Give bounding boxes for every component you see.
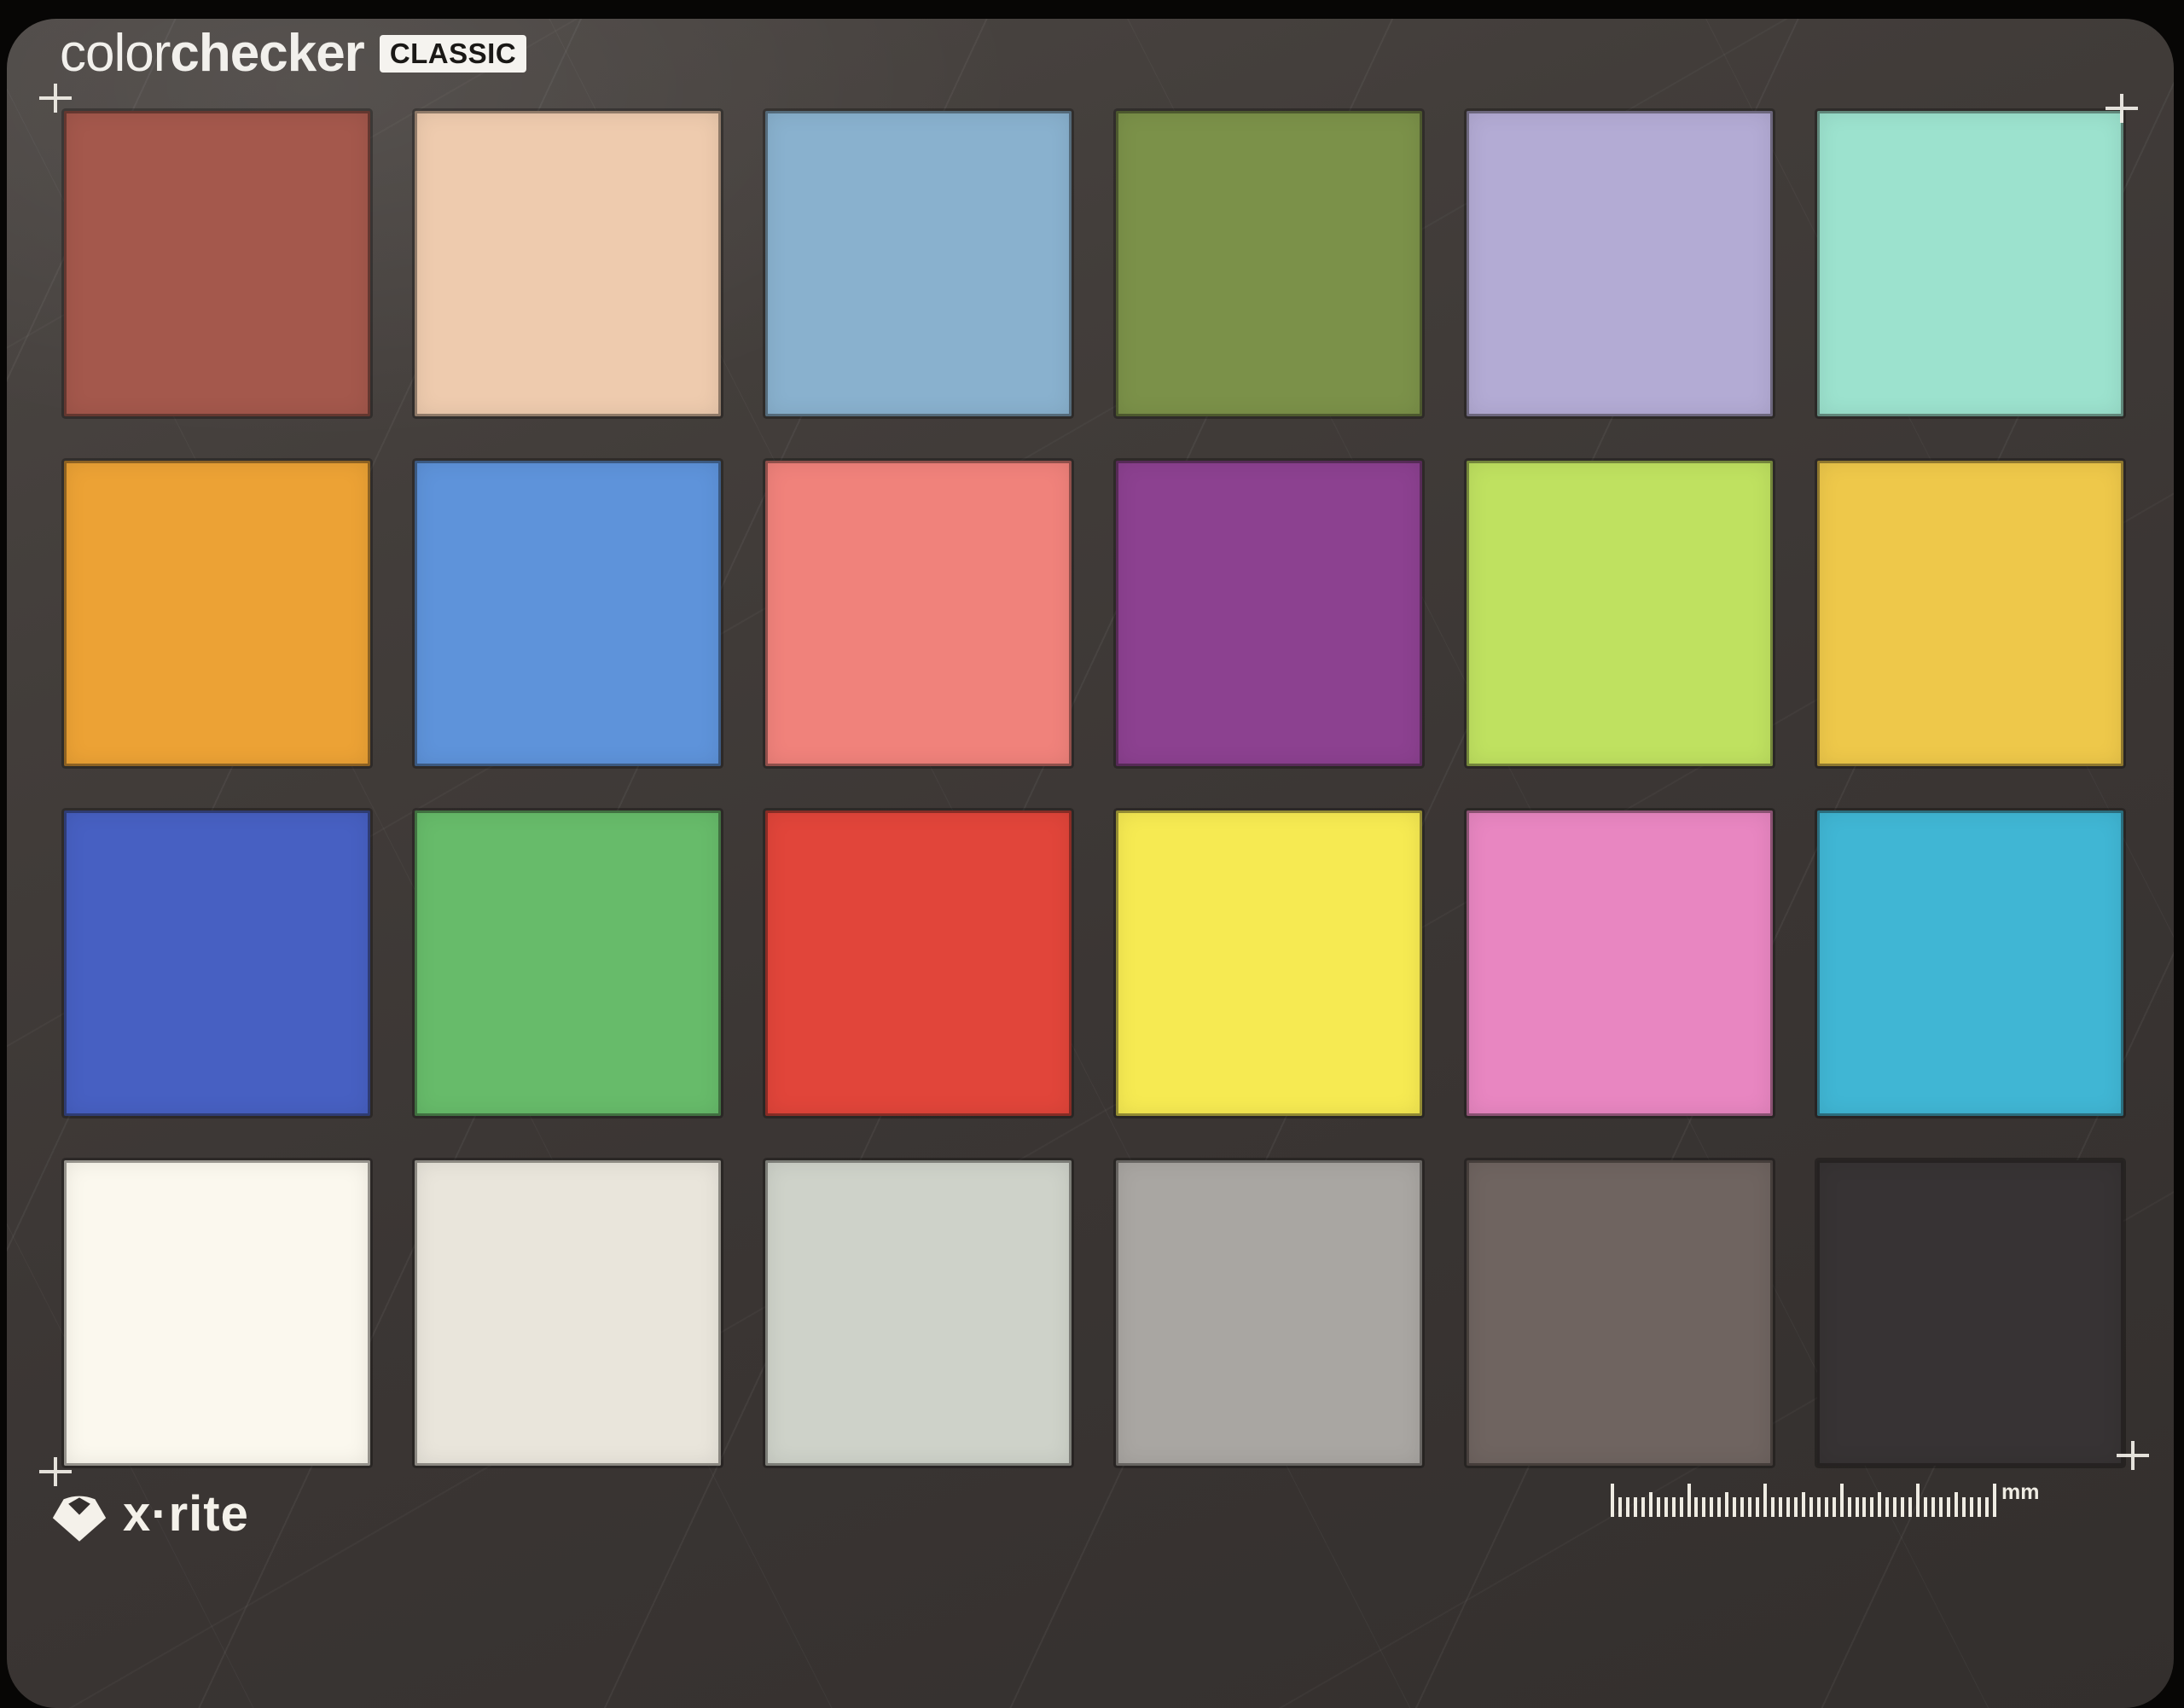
ruler-tick (1611, 1484, 1614, 1517)
ruler-tick (1969, 1497, 1973, 1517)
ruler-tick (1839, 1484, 1844, 1517)
ruler-tick (1717, 1497, 1722, 1517)
ruler-tick (1786, 1497, 1790, 1517)
registration-cross-bottom-left-icon (39, 1457, 72, 1486)
ruler-tick (1847, 1497, 1851, 1517)
color-patch-cyan (1817, 810, 2123, 1116)
brand-wordmark: colorchecker (60, 24, 365, 83)
ruler-tick (1924, 1497, 1928, 1517)
brand-word-checker: checker (170, 24, 364, 83)
ruler-tick (1916, 1484, 1920, 1517)
xrite-mark-icon (52, 1496, 107, 1542)
ruler-tick (1824, 1497, 1828, 1517)
ruler-tick (1710, 1497, 1714, 1517)
ruler-unit-label: mm (2001, 1480, 2040, 1504)
registration-cross-bottom-right-icon (2117, 1441, 2149, 1470)
ruler-tick (1878, 1492, 1882, 1517)
color-patch-orange-yellow (1817, 461, 2123, 766)
ruler-tick (1641, 1497, 1645, 1517)
ruler-tick (1793, 1497, 1798, 1517)
ruler-tick (1656, 1497, 1660, 1517)
ruler-tick (1725, 1492, 1729, 1517)
ruler-tick (1778, 1497, 1782, 1517)
color-patch-foliage (1116, 111, 1422, 416)
ruler-tick (1740, 1497, 1745, 1517)
patch-grid (64, 111, 2123, 1466)
ruler-tick (1954, 1492, 1958, 1517)
ruler-tick (1625, 1497, 1629, 1517)
color-patch-blue (64, 810, 370, 1116)
ruler-tick (1885, 1497, 1890, 1517)
ruler-tick (1702, 1497, 1706, 1517)
color-patch-neutral-5 (1116, 1160, 1422, 1466)
brand-logo: colorchecker CLASSIC (60, 24, 527, 83)
ruler-tick (1618, 1497, 1622, 1517)
color-patch-bluish-green (1817, 111, 2123, 416)
color-patch-blue-sky (765, 111, 1072, 416)
color-patch-red (765, 810, 1072, 1116)
color-patch-purplish-blue (415, 461, 721, 766)
ruler-tick (1938, 1497, 1943, 1517)
classic-badge: CLASSIC (379, 35, 527, 73)
ruler-tick (1870, 1497, 1874, 1517)
color-patch-moderate-red (765, 461, 1072, 766)
ruler-tick (1771, 1497, 1775, 1517)
color-patch-neutral-6.5 (765, 1160, 1072, 1466)
color-patch-yellow (1116, 810, 1422, 1116)
ruler-tick (1901, 1497, 1905, 1517)
registration-cross-top-right-icon (2106, 94, 2138, 123)
color-patch-yellow-green (1467, 461, 1773, 766)
color-patch-light-skin (415, 111, 721, 416)
ruler-tick (1664, 1497, 1668, 1517)
ruler-tick (1633, 1497, 1637, 1517)
ruler-tick (1893, 1497, 1897, 1517)
ruler-tick (1733, 1497, 1737, 1517)
ruler-tick (1763, 1484, 1768, 1517)
color-patch-white (64, 1160, 370, 1466)
ruler-tick (1816, 1497, 1821, 1517)
ruler-tick (1671, 1497, 1676, 1517)
ruler-tick (1984, 1497, 1989, 1517)
xrite-wordmark: x·rite (123, 1486, 249, 1542)
ruler-tick (1809, 1497, 1813, 1517)
color-patch-blue-flower (1467, 111, 1773, 416)
registration-cross-top-left-icon (39, 84, 72, 113)
color-patch-black (1817, 1160, 2123, 1466)
ruler-tick (1931, 1497, 1936, 1517)
color-patch-neutral-3.5 (1467, 1160, 1773, 1466)
ruler-tick (1748, 1497, 1752, 1517)
ruler-tick (1862, 1497, 1867, 1517)
ruler-tick (1687, 1484, 1691, 1517)
color-patch-dark-skin (64, 111, 370, 416)
ruler-tick (1832, 1497, 1836, 1517)
ruler-tick (1855, 1497, 1859, 1517)
ruler-tick (1977, 1497, 1981, 1517)
color-patch-magenta (1467, 810, 1773, 1116)
ruler-tick (1756, 1497, 1760, 1517)
ruler-tick (1648, 1492, 1653, 1517)
ruler-tick (1801, 1492, 1805, 1517)
color-patch-neutral-8 (415, 1160, 721, 1466)
ruler-tick (1992, 1484, 1996, 1517)
ruler-tick (1946, 1497, 1950, 1517)
xrite-logo: x·rite (51, 1486, 249, 1545)
color-patch-purple (1116, 461, 1422, 766)
ruler-tick (1694, 1497, 1699, 1517)
color-patch-orange (64, 461, 370, 766)
ruler (1611, 1483, 1996, 1517)
brand-word-color: color (60, 24, 171, 83)
ruler-tick (1961, 1497, 1966, 1517)
ruler-tick (1908, 1497, 1913, 1517)
ruler-tick (1679, 1497, 1683, 1517)
photo-of-colorchecker-card: { "header": { "brand_regular": "color", … (0, 0, 2184, 1708)
color-patch-green (415, 810, 721, 1116)
